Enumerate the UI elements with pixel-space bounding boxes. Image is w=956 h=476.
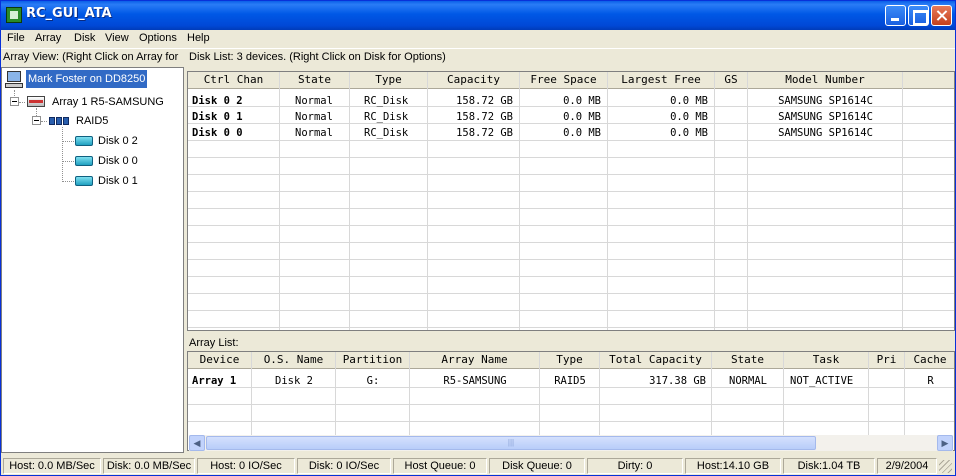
maximize-button[interactable] [908,5,929,26]
largest-free-cell: 0.0 MB [670,111,708,123]
type-cell: RC_Disk [364,127,409,139]
disk-icon [75,176,93,186]
task-cell: NOT_ACTIVE [790,375,854,387]
scroll-left-button[interactable]: ◀ [189,435,205,451]
capacity-cell: 158.72 GB [456,127,513,139]
disk-icon [75,136,93,146]
state-cell: NORMAL [729,375,767,387]
collapse-raid-toggle[interactable] [32,116,41,125]
total-capacity-cell: 317.38 GB [649,375,706,387]
menu-file[interactable]: File [7,32,25,44]
type-cell: RAID5 [554,375,586,387]
model-cell: SAMSUNG SP1614C [778,127,873,139]
column-header[interactable]: Task [784,352,869,369]
tree-item-raid[interactable]: RAID5 [76,112,108,130]
column-header[interactable]: Cache [905,352,954,369]
menu-array[interactable]: Array [35,32,61,44]
tree-item-array[interactable]: Array 1 R5-SAMSUNG [52,93,164,111]
array-list-header: Array List: [189,337,239,349]
status-host-size: Host:14.10 GB [685,458,781,474]
ctrl-chan-cell: Disk 0 0 [192,127,243,139]
disk-list-grid[interactable]: Ctrl Chan State Type Capacity Free Space… [187,71,955,331]
raid-icon [49,115,71,127]
pane-splitter[interactable] [187,331,955,335]
disk-icon [75,156,93,166]
column-header[interactable]: Device [188,352,252,369]
app-icon [6,7,22,23]
column-header[interactable]: State [712,352,784,369]
status-disk-size: Disk:1.04 TB [783,458,875,474]
type-cell: RC_Disk [364,111,409,123]
scroll-right-button[interactable]: ▶ [937,435,953,451]
tree-item-host[interactable]: Mark Foster on DD8250 [26,70,148,88]
free-space-cell: 0.0 MB [563,111,601,123]
disk-list-header: Disk List: 3 devices. (Right Click on Di… [189,51,446,63]
array-icon [27,96,45,107]
computer-icon [5,71,25,89]
column-header[interactable]: Free Space [520,72,608,89]
menu-view[interactable]: View [105,32,129,44]
tree-item-disk[interactable]: Disk 0 0 [98,152,138,170]
cache-cell: R [927,375,934,387]
column-header[interactable]: Array Name [410,352,540,369]
menu-help[interactable]: Help [187,32,210,44]
column-header[interactable]: Model Number [748,72,903,89]
ctrl-chan-cell: Disk 0 2 [192,95,243,107]
menu-bar: File Array Disk View Options Help [1,30,955,49]
array-view-tree[interactable]: Mark Foster on DD8250 Array 1 R5-SAMSUNG… [1,67,184,453]
column-header[interactable]: O.S. Name [252,352,336,369]
status-bar: Host: 0.0 MB/Sec Disk: 0.0 MB/Sec Host: … [1,457,955,475]
status-host-queue: Host Queue: 0 [393,458,487,474]
model-cell: SAMSUNG SP1614C [778,95,873,107]
tree-item-disk[interactable]: Disk 0 2 [98,132,138,150]
partition-cell: G: [366,375,380,387]
column-header[interactable]: State [280,72,350,89]
free-space-cell: 0.0 MB [563,95,601,107]
title-bar[interactable]: RC_GUI_ATA [1,1,955,30]
column-header[interactable]: Ctrl Chan [188,72,280,89]
resize-grip-icon[interactable] [939,460,952,473]
column-header-blank [903,72,954,89]
capacity-cell: 158.72 GB [456,95,513,107]
status-disk-queue: Disk Queue: 0 [489,458,585,474]
type-cell: RC_Disk [364,95,409,107]
collapse-array-toggle[interactable] [10,97,19,106]
column-header[interactable]: Largest Free [608,72,715,89]
device-cell: Array 1 [192,375,237,387]
column-header[interactable]: Capacity [428,72,520,89]
column-header[interactable]: GS [715,72,748,89]
largest-free-cell: 0.0 MB [670,127,708,139]
array-name-cell: R5-SAMSUNG [443,375,507,387]
menu-disk[interactable]: Disk [74,32,95,44]
main-window: RC_GUI_ATA File Array Disk View Options … [0,0,956,476]
status-disk-io: Disk: 0 IO/Sec [297,458,391,474]
state-cell: Normal [295,95,333,107]
close-button[interactable] [931,5,952,26]
os-name-cell: Disk 2 [275,375,313,387]
model-cell: SAMSUNG SP1614C [778,111,873,123]
capacity-cell: 158.72 GB [456,111,513,123]
column-header[interactable]: Type [350,72,428,89]
free-space-cell: 0.0 MB [563,127,601,139]
column-header[interactable]: Type [540,352,600,369]
state-cell: Normal [295,127,333,139]
horizontal-scrollbar[interactable]: ◀ ||| ▶ [189,435,953,451]
minimize-button[interactable] [885,5,906,26]
status-dirty: Dirty: 0 [587,458,683,474]
array-view-header: Array View: (Right Click on Array for [3,51,179,63]
ctrl-chan-cell: Disk 0 1 [192,111,243,123]
status-date: 2/9/2004 [877,458,937,474]
status-host-io: Host: 0 IO/Sec [197,458,295,474]
window-title: RC_GUI_ATA [26,6,112,21]
tree-item-disk[interactable]: Disk 0 1 [98,172,138,190]
scroll-thumb[interactable]: ||| [206,436,816,450]
status-disk-mb: Disk: 0.0 MB/Sec [103,458,195,474]
column-header[interactable]: Pri [869,352,905,369]
column-header[interactable]: Total Capacity [600,352,712,369]
largest-free-cell: 0.0 MB [670,95,708,107]
column-header[interactable]: Partition [336,352,410,369]
state-cell: Normal [295,111,333,123]
menu-options[interactable]: Options [139,32,177,44]
status-host-mb: Host: 0.0 MB/Sec [3,458,101,474]
